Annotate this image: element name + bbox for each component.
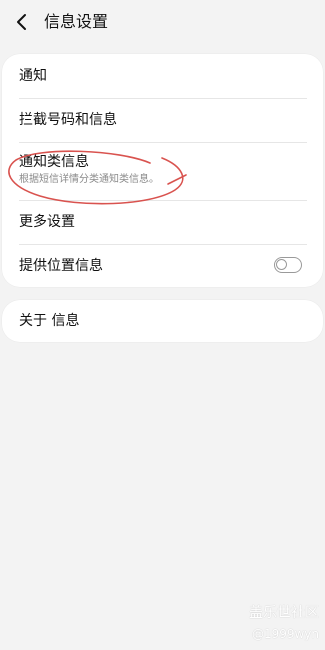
settings-item-label: 更多设置 [19, 214, 75, 230]
back-button[interactable] [12, 11, 34, 33]
app-header: 信息设置 [0, 0, 325, 44]
settings-card-main: 通知 拦截号码和信息 通知类信息 根据短信详情分类通知类信息。 更多设置 提供位… [2, 54, 323, 287]
chevron-left-icon [17, 14, 26, 30]
settings-item-label: 通知 [19, 68, 47, 84]
settings-item-label: 通知类信息 [19, 154, 89, 170]
page-title: 信息设置 [44, 12, 109, 31]
settings-card-about: 关于 信息 [2, 300, 323, 342]
toggle-knob [276, 259, 287, 270]
watermark-community: 盖乐世社区 [249, 605, 319, 621]
settings-item-about[interactable]: 关于 信息 [2, 300, 323, 342]
settings-item-notification-messages[interactable]: 通知类信息 根据短信详情分类通知类信息。 [2, 143, 323, 200]
settings-item-label: 关于 信息 [19, 313, 80, 329]
watermark-username: @1999wyn [251, 627, 319, 641]
settings-item-location-info[interactable]: 提供位置信息 [2, 245, 323, 287]
settings-item-block-numbers[interactable]: 拦截号码和信息 [2, 99, 323, 142]
settings-item-notifications[interactable]: 通知 [2, 54, 323, 98]
settings-item-more-settings[interactable]: 更多设置 [2, 201, 323, 244]
settings-item-description: 根据短信详情分类通知类信息。 [19, 174, 159, 185]
settings-item-label: 提供位置信息 [19, 258, 103, 274]
location-toggle-switch[interactable] [274, 257, 302, 273]
settings-item-label: 拦截号码和信息 [19, 112, 117, 128]
